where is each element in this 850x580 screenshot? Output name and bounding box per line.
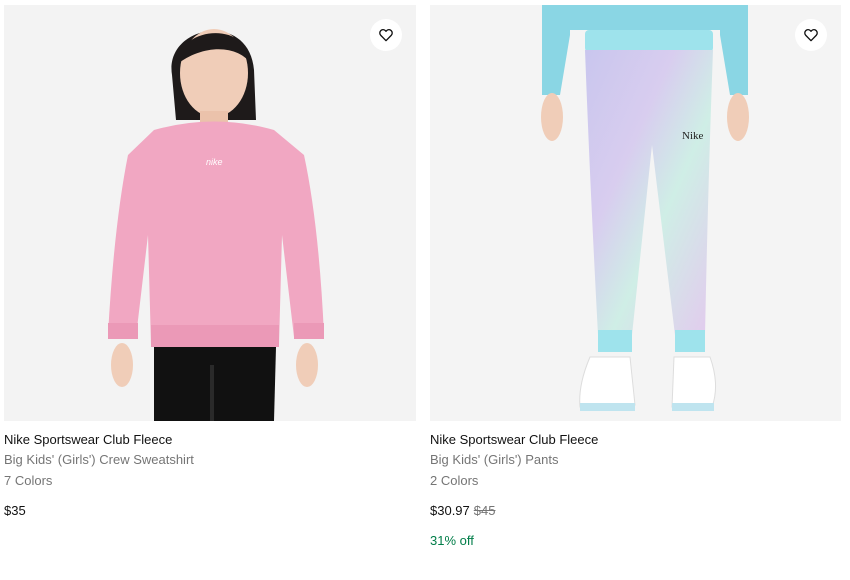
current-price: $35 bbox=[4, 503, 26, 518]
product-image[interactable]: nike bbox=[4, 5, 416, 421]
product-image[interactable]: Nike bbox=[430, 5, 841, 421]
product-card[interactable]: nike Nike Sportswear Club Fleece Big Kid… bbox=[4, 5, 416, 520]
color-count: 2 Colors bbox=[430, 473, 479, 488]
product-subtitle: Big Kids' (Girls') Pants bbox=[430, 452, 559, 467]
svg-text:Nike: Nike bbox=[682, 130, 704, 142]
product-card[interactable]: Nike Nike Sportswear Club Fleece Big Kid… bbox=[430, 5, 841, 550]
color-count: 7 Colors bbox=[4, 473, 53, 488]
heart-icon bbox=[804, 28, 818, 42]
original-price: $45 bbox=[473, 503, 496, 518]
product-subtitle: Big Kids' (Girls') Crew Sweatshirt bbox=[4, 452, 194, 467]
favorite-button[interactable] bbox=[795, 19, 827, 51]
favorite-button[interactable] bbox=[370, 19, 402, 51]
current-price: $30.97 bbox=[430, 503, 470, 518]
svg-text:nike: nike bbox=[206, 157, 223, 167]
product-title[interactable]: Nike Sportswear Club Fleece bbox=[4, 430, 416, 449]
pink-crew-sweatshirt-photo: nike bbox=[4, 5, 416, 421]
price-row: $30.97 $45 bbox=[430, 501, 841, 520]
heart-icon bbox=[379, 28, 393, 42]
pastel-fleece-pants-photo: Nike bbox=[430, 5, 841, 421]
discount-label: 31% off bbox=[430, 533, 474, 548]
price-row: $35 bbox=[4, 501, 416, 520]
product-title[interactable]: Nike Sportswear Club Fleece bbox=[430, 430, 841, 449]
